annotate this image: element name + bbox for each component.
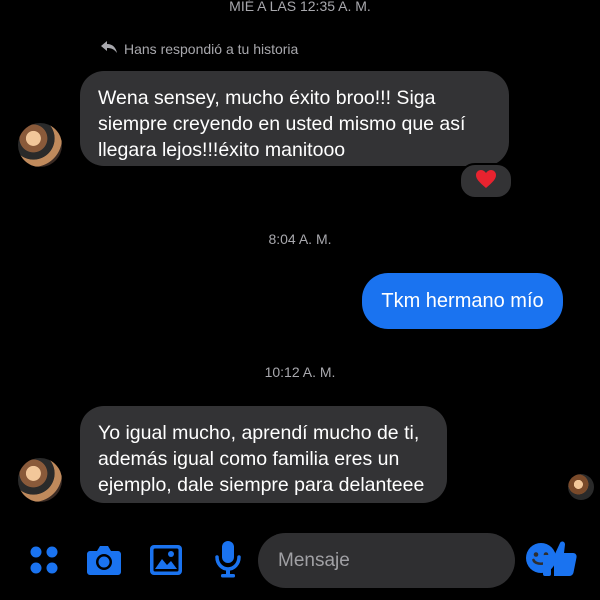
timestamp-top: MIÉ A LAS 12:35 A. M.	[229, 0, 371, 14]
reaction-badge[interactable]	[459, 163, 513, 199]
microphone-icon	[215, 540, 241, 583]
message-input[interactable]	[276, 548, 525, 573]
menu-dots-button[interactable]	[26, 544, 62, 580]
message-bubble-incoming[interactable]: Wena sensey, mucho éxito broo!!! Siga si…	[80, 71, 509, 166]
microphone-button[interactable]	[210, 540, 246, 582]
story-reply-note: Hans respondió a tu historia	[100, 40, 298, 57]
message-text: Yo igual mucho, aprendí mucho de ti, ade…	[98, 422, 425, 496]
gallery-button[interactable]	[146, 542, 186, 582]
message-composer[interactable]	[258, 533, 556, 588]
message-bubble-incoming[interactable]: Yo igual mucho, aprendí mucho de ti, ade…	[80, 406, 447, 503]
avatar[interactable]	[18, 123, 62, 167]
timestamp: 8:04 A. M.	[268, 231, 332, 247]
reply-arrow-icon	[100, 40, 118, 57]
menu-dots-icon	[28, 544, 60, 581]
read-receipt-avatar	[568, 474, 594, 500]
gallery-icon	[149, 544, 183, 581]
heart-icon	[475, 169, 497, 194]
like-button[interactable]	[540, 538, 580, 582]
message-bubble-outgoing[interactable]: Tkm hermano mío	[362, 273, 563, 329]
avatar[interactable]	[18, 458, 62, 502]
reply-note-text: Hans respondió a tu historia	[124, 40, 299, 57]
message-text: Wena sensey, mucho éxito broo!!! Siga si…	[98, 87, 466, 161]
thumbs-up-icon	[542, 539, 578, 582]
message-text: Tkm hermano mío	[381, 290, 544, 312]
camera-button[interactable]	[84, 542, 124, 582]
camera-icon	[86, 544, 122, 581]
timestamp: 10:12 A. M.	[264, 364, 336, 380]
